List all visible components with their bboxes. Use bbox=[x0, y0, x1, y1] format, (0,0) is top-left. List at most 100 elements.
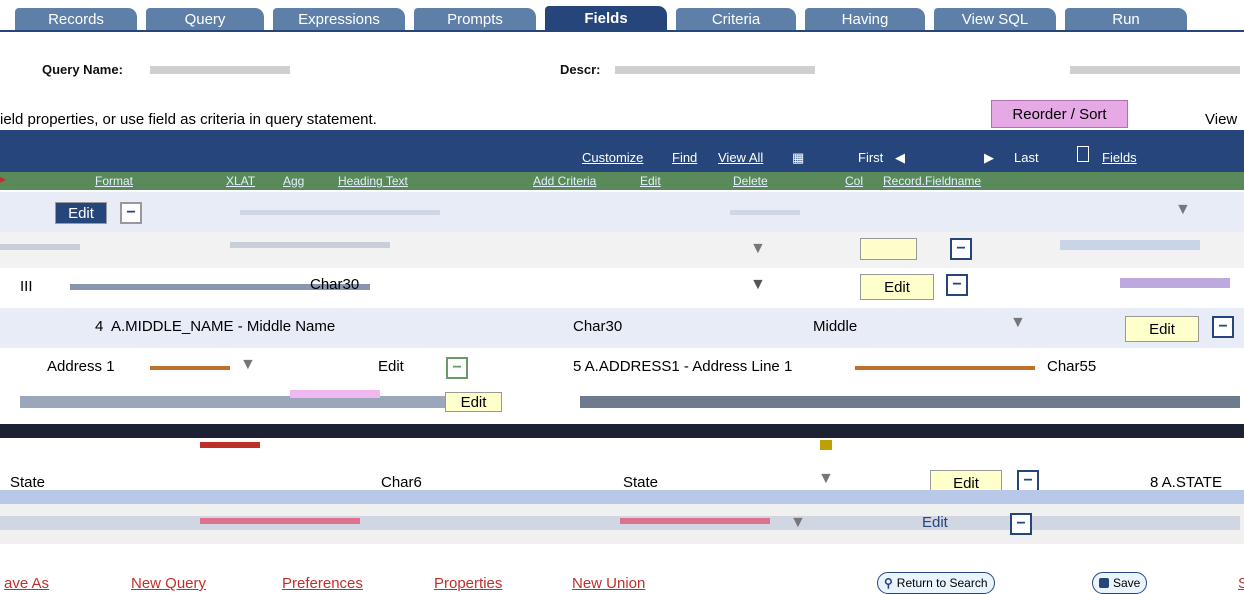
delete-icon[interactable]: − bbox=[120, 202, 142, 224]
header-xlat[interactable]: XLAT bbox=[226, 174, 255, 188]
next-link[interactable]: S bbox=[1238, 575, 1244, 592]
tab-label: Criteria bbox=[711, 10, 761, 28]
download-icon[interactable] bbox=[1077, 146, 1089, 162]
table-row: State Char6 State ▼ Edit − 8 A.STATE bbox=[0, 460, 1244, 504]
edit-button[interactable]: Edit bbox=[445, 392, 502, 412]
table-row: Edit − ▼ bbox=[0, 192, 1244, 232]
header-delete[interactable]: Delete bbox=[733, 174, 768, 188]
header-format[interactable]: Format bbox=[95, 174, 133, 188]
row-divider bbox=[0, 424, 1244, 438]
new-union-link[interactable]: New Union bbox=[572, 575, 645, 592]
add-criteria-icon[interactable]: ▼ bbox=[790, 514, 806, 532]
add-criteria-icon[interactable]: ▼ bbox=[1010, 314, 1026, 332]
add-criteria-icon[interactable]: ▼ bbox=[240, 356, 256, 374]
first-link[interactable]: First bbox=[858, 150, 883, 165]
row-bar bbox=[620, 518, 770, 524]
add-criteria-icon[interactable]: ▼ bbox=[750, 276, 766, 294]
field-name-cell bbox=[1060, 240, 1200, 250]
heading-cell bbox=[0, 244, 80, 250]
tab-label: Records bbox=[48, 10, 104, 28]
tab-prompts[interactable]: Prompts bbox=[414, 8, 536, 30]
edit-label: Edit bbox=[1149, 320, 1175, 338]
col-number: III bbox=[20, 278, 33, 295]
tab-label: Query bbox=[184, 10, 226, 28]
prev-arrow-icon[interactable]: ◀ bbox=[895, 150, 905, 166]
field-name-cell: 8 A.STATE bbox=[1150, 474, 1222, 491]
tab-label: Having bbox=[841, 10, 889, 28]
return-label: Return to Search bbox=[896, 576, 988, 590]
query-name-label: Query Name: bbox=[42, 62, 123, 77]
delete-icon[interactable]: − bbox=[1010, 513, 1032, 535]
tab-criteria[interactable]: Criteria bbox=[676, 8, 796, 30]
grid-navigation-bar: Customize Find View All ▦ First ◀ ▶ Last… bbox=[0, 130, 1244, 172]
field-name-cell bbox=[1120, 278, 1230, 288]
delete-icon[interactable]: − bbox=[1017, 470, 1039, 492]
fields-link[interactable]: Fields bbox=[1102, 150, 1137, 165]
preferences-link[interactable]: Preferences bbox=[282, 575, 363, 592]
heading-cell: State bbox=[10, 474, 46, 491]
header-edit[interactable]: Edit bbox=[640, 174, 661, 188]
tab-label: Fields bbox=[584, 9, 628, 27]
table-row: ▼ − bbox=[0, 232, 1244, 268]
field-name-cell bbox=[230, 242, 390, 248]
edit-link[interactable]: Edit bbox=[378, 358, 404, 375]
row-bar bbox=[200, 518, 360, 524]
delete-icon[interactable]: − bbox=[950, 238, 972, 260]
delete-icon[interactable]: − bbox=[446, 357, 468, 379]
delete-icon[interactable]: − bbox=[1212, 316, 1234, 338]
heading-cell bbox=[290, 390, 380, 398]
reorder-sort-button[interactable]: Reorder / Sort bbox=[991, 100, 1128, 128]
query-owner-value bbox=[1070, 66, 1240, 74]
header-heading-text[interactable]: Heading Text bbox=[338, 174, 408, 188]
edit-label: Edit bbox=[884, 278, 910, 296]
add-criteria-icon[interactable]: ▼ bbox=[1175, 201, 1191, 219]
tab-having[interactable]: Having bbox=[805, 8, 925, 30]
add-criteria-icon[interactable]: ▼ bbox=[818, 470, 834, 488]
header-record-fieldname[interactable]: Record.Fieldname bbox=[883, 174, 981, 188]
header-col[interactable]: Col bbox=[845, 174, 863, 188]
column-header-row: Format XLAT Agg Heading Text Add Criteri… bbox=[0, 172, 1244, 190]
reorder-label: Reorder / Sort bbox=[1012, 105, 1107, 123]
row-bar bbox=[150, 366, 230, 370]
save-button[interactable]: Save bbox=[1092, 572, 1148, 594]
edit-button[interactable] bbox=[860, 238, 917, 260]
tab-records[interactable]: Records bbox=[15, 8, 137, 30]
field-name-cell: A.MIDDLE_NAME - Middle Name bbox=[111, 318, 336, 335]
edit-link[interactable]: Edit bbox=[922, 514, 948, 531]
new-query-link[interactable]: New Query bbox=[131, 575, 206, 592]
format-cell bbox=[730, 210, 800, 215]
last-link[interactable]: Last bbox=[1014, 150, 1039, 165]
format-cell: Char55 bbox=[1047, 358, 1097, 375]
return-to-search-button[interactable]: ⚲ Return to Search bbox=[877, 572, 995, 594]
table-row: Address 1 ▼ Edit − 5 A.ADDRESS1 - Addres… bbox=[0, 348, 1244, 386]
tab-strip: Records Query Expressions Prompts Fields… bbox=[0, 0, 1244, 30]
properties-link[interactable]: Properties bbox=[434, 575, 502, 592]
save-as-link[interactable]: ave As bbox=[4, 575, 49, 592]
edit-button[interactable]: Edit bbox=[860, 274, 934, 300]
view-all-link[interactable]: View All bbox=[718, 150, 763, 165]
edit-button[interactable]: Edit bbox=[55, 202, 107, 224]
header-add-criteria[interactable]: Add Criteria bbox=[533, 174, 596, 188]
grid-icon[interactable]: ▦ bbox=[792, 150, 804, 166]
header-agg[interactable]: Agg bbox=[283, 174, 304, 188]
view-label: View bbox=[1205, 111, 1238, 128]
find-link[interactable]: Find bbox=[672, 150, 697, 165]
edit-button[interactable]: Edit bbox=[1125, 316, 1199, 342]
tab-expressions[interactable]: Expressions bbox=[273, 8, 405, 30]
add-criteria-icon[interactable] bbox=[820, 440, 832, 450]
next-arrow-icon[interactable]: ▶ bbox=[984, 150, 994, 166]
tab-view-sql[interactable]: View SQL bbox=[934, 8, 1056, 30]
table-row: Edit bbox=[0, 386, 1244, 460]
tab-label: View SQL bbox=[961, 10, 1029, 28]
customize-link[interactable]: Customize bbox=[582, 150, 643, 165]
delete-icon[interactable]: − bbox=[946, 274, 968, 296]
add-criteria-icon[interactable]: ▼ bbox=[750, 240, 766, 258]
row-bar bbox=[855, 366, 1035, 370]
tab-label: Expressions bbox=[298, 10, 380, 28]
format-cell: Char6 bbox=[381, 474, 422, 491]
tab-query[interactable]: Query bbox=[146, 8, 264, 30]
tab-run[interactable]: Run bbox=[1065, 8, 1187, 30]
tab-fields[interactable]: Fields bbox=[545, 6, 667, 30]
query-descr-value bbox=[615, 66, 815, 74]
row-arrow-icon: ▸ bbox=[0, 172, 7, 186]
